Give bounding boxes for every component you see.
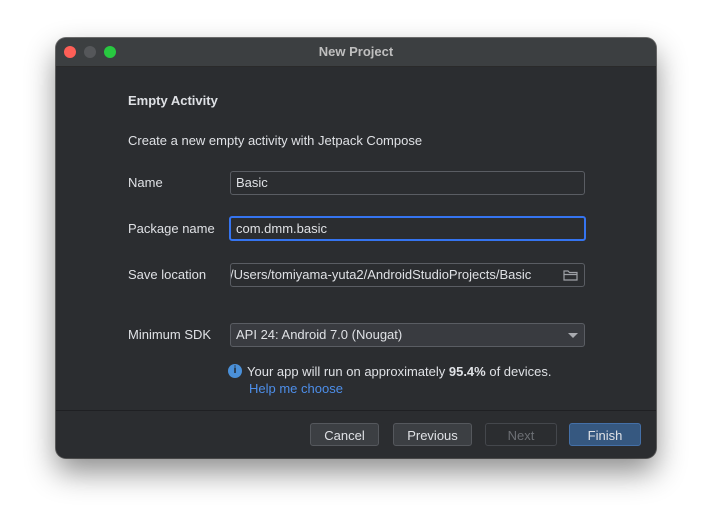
- package-name-field[interactable]: com.dmm.basic: [229, 216, 586, 241]
- minimum-sdk-label: Minimum SDK: [128, 327, 212, 342]
- title-bar: New Project: [56, 38, 656, 67]
- name-field[interactable]: Basic: [230, 171, 585, 195]
- minimum-sdk-select[interactable]: API 24: Android 7.0 (Nougat): [230, 323, 585, 347]
- dialog-footer: Cancel Previous Next Finish: [56, 410, 656, 458]
- coverage-prefix: Your app will run on approximately: [247, 364, 449, 379]
- coverage-suffix: of devices.: [485, 364, 552, 379]
- activity-description: Create a new empty activity with Jetpack…: [128, 133, 423, 148]
- finish-button[interactable]: Finish: [569, 423, 641, 446]
- help-me-choose-link[interactable]: Help me choose: [249, 381, 343, 396]
- next-button[interactable]: Next: [485, 423, 557, 446]
- device-coverage-text: Your app will run on approximately 95.4%…: [247, 364, 552, 379]
- cancel-button[interactable]: Cancel: [310, 423, 379, 446]
- window-title: New Project: [318, 44, 394, 59]
- new-project-dialog: New Project Empty Activity Create a new …: [56, 38, 656, 458]
- package-name-label: Package name: [128, 221, 215, 236]
- save-location-label: Save location: [128, 267, 207, 282]
- save-location-field[interactable]: /Users/tomiyama-yuta2/AndroidStudioProje…: [230, 263, 585, 287]
- name-label: Name: [128, 175, 163, 190]
- chevron-down-icon: [568, 333, 578, 338]
- activity-heading: Empty Activity: [128, 93, 218, 108]
- info-icon: i: [228, 364, 242, 378]
- save-location-value: /Users/tomiyama-yuta2/AndroidStudioProje…: [230, 267, 532, 282]
- coverage-percent: 95.4%: [448, 364, 486, 379]
- folder-icon[interactable]: [563, 269, 578, 281]
- previous-button[interactable]: Previous: [393, 423, 472, 446]
- dialog-content: Empty Activity Create a new empty activi…: [56, 67, 656, 410]
- minimum-sdk-value: API 24: Android 7.0 (Nougat): [236, 327, 403, 342]
